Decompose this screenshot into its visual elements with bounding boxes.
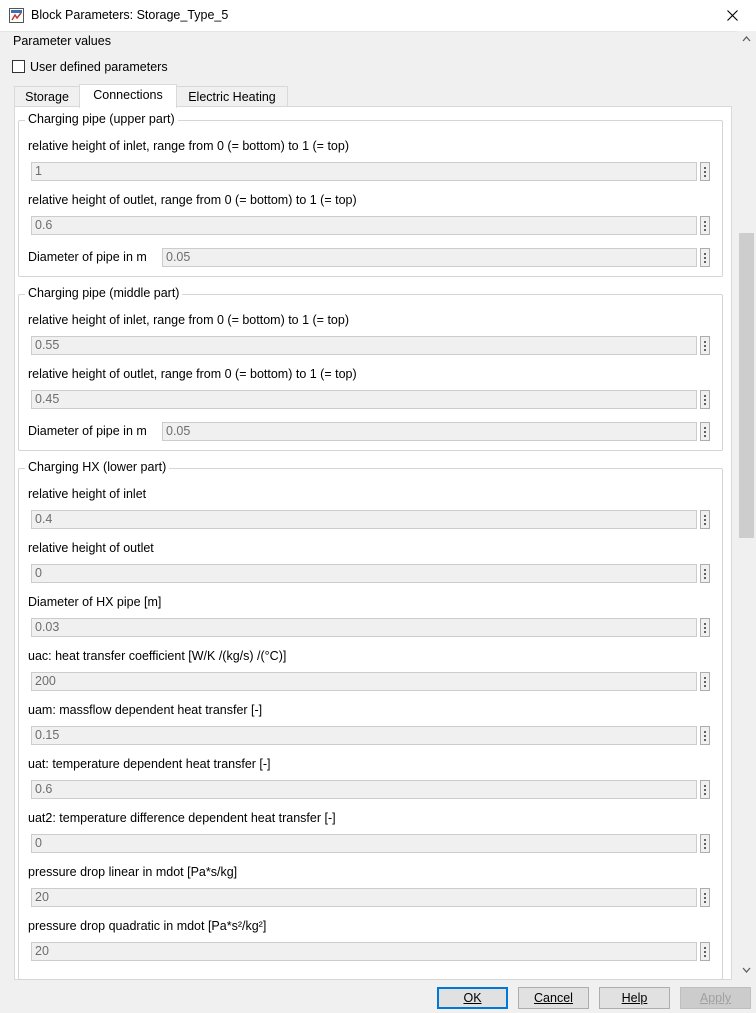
param-label: uac: heat transfer coefficient [W/K /(kg… (28, 649, 287, 663)
more-options-icon[interactable] (700, 390, 710, 409)
param-label: relative height of inlet, range from 0 (… (28, 139, 349, 153)
param-label: uam: massflow dependent heat transfer [-… (28, 703, 263, 717)
connections-tab-panel: Charging pipe (upper part) relative heig… (14, 106, 732, 980)
param-label: relative height of outlet, range from 0 … (28, 193, 357, 207)
user-defined-checkbox[interactable] (12, 60, 25, 73)
param-label: pressure drop linear in mdot [Pa*s/kg] (28, 865, 238, 879)
more-options-icon[interactable] (700, 422, 710, 441)
group-charging-pipe-middle: Charging pipe (middle part) relative hei… (18, 286, 723, 451)
more-options-icon[interactable] (700, 216, 710, 235)
more-options-icon[interactable] (700, 834, 710, 853)
upper-outlet-height-field[interactable]: 0.6 (31, 216, 697, 235)
more-options-icon[interactable] (700, 888, 710, 907)
tab-storage[interactable]: Storage (14, 86, 80, 107)
help-label: Help (621, 991, 648, 1005)
more-options-icon[interactable] (700, 162, 710, 181)
cancel-label: Cancel (534, 991, 573, 1005)
cancel-button[interactable]: Cancel (518, 987, 589, 1009)
more-options-icon[interactable] (700, 336, 710, 355)
uam-field[interactable]: 0.15 (31, 726, 697, 745)
more-options-icon[interactable] (700, 564, 710, 583)
ok-label: OK (463, 991, 482, 1005)
param-label: relative height of inlet, range from 0 (… (28, 313, 349, 327)
close-button[interactable] (710, 0, 756, 31)
hx-pipe-diameter-field[interactable]: 0.03 (31, 618, 697, 637)
tab-electric-heating[interactable]: Electric Heating (176, 86, 288, 107)
title-bar: Block Parameters: Storage_Type_5 (0, 0, 756, 32)
pressure-drop-linear-field[interactable]: 20 (31, 888, 697, 907)
more-options-icon[interactable] (700, 510, 710, 529)
param-label: uat: temperature dependent heat transfer… (28, 757, 271, 771)
upper-pipe-diameter-field[interactable]: 0.05 (162, 248, 697, 267)
param-label: Diameter of pipe in m (28, 250, 147, 264)
more-options-icon[interactable] (700, 780, 710, 799)
param-label: relative height of outlet, range from 0 … (28, 367, 357, 381)
scroll-up-arrow-icon[interactable] (737, 31, 756, 48)
simulink-block-icon (9, 8, 24, 23)
uac-field[interactable]: 200 (31, 672, 697, 691)
dialog-button-bar: OK Cancel Help Apply (0, 978, 756, 1013)
param-label: relative height of inlet (28, 487, 147, 501)
upper-inlet-height-field[interactable]: 1 (31, 162, 697, 181)
more-options-icon[interactable] (700, 618, 710, 637)
pressure-drop-quadratic-field[interactable]: 20 (31, 942, 697, 961)
help-button[interactable]: Help (599, 987, 670, 1009)
scrollbar-thumb[interactable] (739, 233, 754, 538)
hx-outlet-height-field[interactable]: 0 (31, 564, 697, 583)
uat2-field[interactable]: 0 (31, 834, 697, 853)
middle-inlet-height-field[interactable]: 0.55 (31, 336, 697, 355)
param-label: Diameter of HX pipe [m] (28, 595, 162, 609)
group-legend: Charging pipe (upper part) (25, 112, 178, 126)
more-options-icon[interactable] (700, 942, 710, 961)
apply-label: Apply (699, 991, 732, 1005)
window-title: Block Parameters: Storage_Type_5 (31, 8, 229, 22)
middle-outlet-height-field[interactable]: 0.45 (31, 390, 697, 409)
scroll-down-arrow-icon[interactable] (737, 961, 756, 978)
more-options-icon[interactable] (700, 248, 710, 267)
group-charging-pipe-upper: Charging pipe (upper part) relative heig… (18, 112, 723, 277)
uat-field[interactable]: 0.6 (31, 780, 697, 799)
middle-pipe-diameter-field[interactable]: 0.05 (162, 422, 697, 441)
param-label: relative height of outlet (28, 541, 154, 555)
vertical-scrollbar[interactable] (737, 31, 756, 978)
user-defined-label[interactable]: User defined parameters (30, 60, 168, 74)
param-label: uat2: temperature difference dependent h… (28, 811, 336, 825)
group-legend: Charging pipe (middle part) (25, 286, 183, 300)
parameter-values-heading: Parameter values (13, 34, 111, 48)
param-label: Diameter of pipe in m (28, 424, 147, 438)
close-icon (727, 10, 738, 21)
ok-button[interactable]: OK (437, 987, 508, 1009)
param-label: pressure drop quadratic in mdot [Pa*s²/k… (28, 919, 267, 933)
apply-button[interactable]: Apply (680, 987, 751, 1009)
more-options-icon[interactable] (700, 672, 710, 691)
more-options-icon[interactable] (700, 726, 710, 745)
hx-inlet-height-field[interactable]: 0.4 (31, 510, 697, 529)
group-charging-hx-lower: Charging HX (lower part) relative height… (18, 460, 723, 980)
tab-connections[interactable]: Connections (79, 84, 177, 108)
group-legend: Charging HX (lower part) (25, 460, 170, 474)
